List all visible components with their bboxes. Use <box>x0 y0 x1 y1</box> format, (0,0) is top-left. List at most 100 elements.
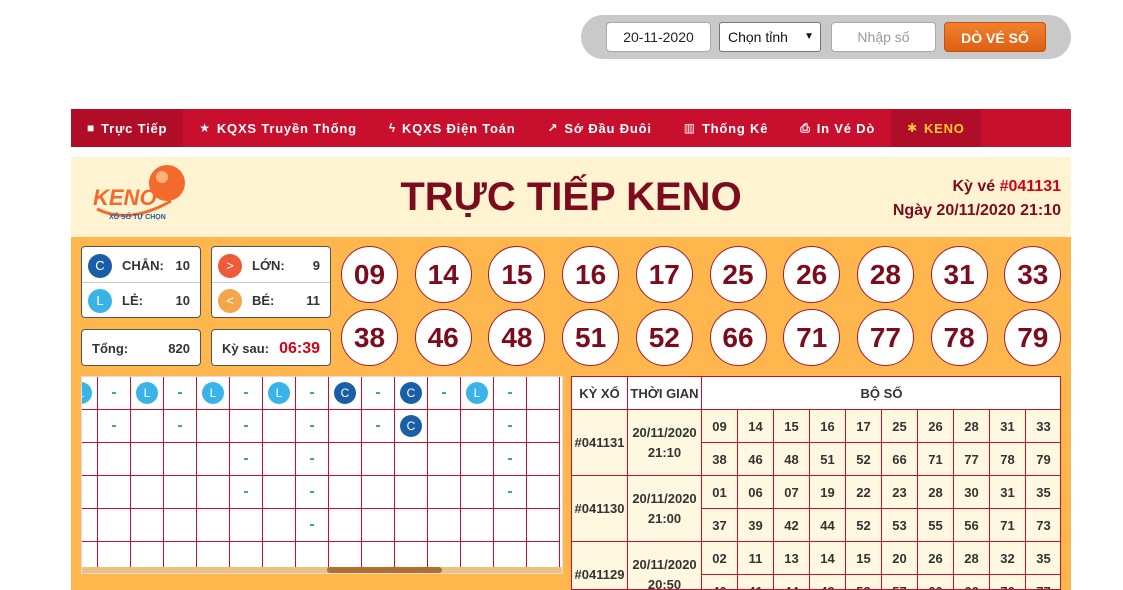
pattern-cell: L <box>461 377 494 410</box>
result-number-cell: 44 <box>774 575 810 589</box>
winning-number-ball: 46 <box>414 309 472 366</box>
result-number-cell: 35 <box>1026 542 1060 575</box>
pattern-cell <box>82 443 98 476</box>
winning-number-ball: 16 <box>562 246 620 303</box>
results-table: KỲ XỔ THỜI GIAN BỘ SỐ #041131 20/11/2020 21:1… <box>571 376 1061 590</box>
draw-code-cell: #041131 <box>572 410 628 476</box>
result-number-cell: 52 <box>846 443 882 476</box>
result-number-cell: 32 <box>990 542 1026 575</box>
draw-code: #041131 <box>999 178 1061 195</box>
result-number-cell: 56 <box>954 509 990 542</box>
pattern-grid[interactable]: --------C------L-C-C-L-L-L-L <box>81 376 563 574</box>
nav-item-5[interactable]: ⎙ In Vé Dò <box>784 109 891 147</box>
bolt-icon: ϟ <box>388 121 397 135</box>
pattern-cell <box>428 509 461 542</box>
nav-item-1[interactable]: ★ KQXS Truyền Thống <box>183 109 373 147</box>
pattern-cell: L <box>197 377 230 410</box>
pattern-cell <box>329 443 362 476</box>
odd-badge: L <box>202 382 224 404</box>
pattern-cell <box>329 476 362 509</box>
winning-number-ball: 52 <box>635 309 693 366</box>
pattern-cell <box>131 476 164 509</box>
pattern-cell <box>98 509 131 542</box>
pattern-cell <box>362 509 395 542</box>
even-badge: C <box>400 382 422 404</box>
pattern-cell: - <box>296 509 329 542</box>
nav-item-3[interactable]: ↗ Sớ Đầu Đuôi <box>532 109 668 147</box>
pattern-cell: C <box>395 410 428 443</box>
result-number-cell: 30 <box>954 476 990 509</box>
pattern-cell: L <box>131 377 164 410</box>
odd-badge: L <box>88 288 112 313</box>
pattern-cell <box>362 443 395 476</box>
result-number-cell: 22 <box>846 476 882 509</box>
result-number-cell: 31 <box>990 410 1026 443</box>
pattern-cell <box>230 509 263 542</box>
pattern-cell <box>131 443 164 476</box>
result-number-cell: 14 <box>738 410 774 443</box>
winning-number-ball: 33 <box>1004 246 1062 303</box>
nav-item-0[interactable]: ■ Trực Tiếp <box>71 109 184 147</box>
scrollbar-thumb[interactable] <box>327 567 442 573</box>
pattern-cell: L <box>263 377 296 410</box>
pattern-cell <box>197 476 230 509</box>
winning-number-ball: 15 <box>488 246 546 303</box>
winning-number-ball: 17 <box>635 246 693 303</box>
draw-date: Ngày 20/11/2020 21:10 <box>892 202 1061 219</box>
pattern-cell <box>395 509 428 542</box>
small-label: BÉ: <box>252 293 275 308</box>
result-number-cell: 60 <box>918 575 954 589</box>
date-input[interactable]: 20-11-2020 <box>606 22 711 52</box>
pattern-cell <box>527 377 560 410</box>
result-number-cell: 01 <box>702 476 738 509</box>
province-select[interactable]: Chọn tỉnh ▼ <box>719 22 821 52</box>
result-number-cell: 31 <box>990 476 1026 509</box>
result-number-cell: 38 <box>702 443 738 476</box>
line-chart-icon: ↗ <box>547 121 559 135</box>
winning-number-ball: 78 <box>930 309 988 366</box>
pattern-cell <box>428 476 461 509</box>
result-number-cell: 53 <box>846 575 882 589</box>
winning-number-ball: 79 <box>1004 309 1062 366</box>
gear-icon: ✱ <box>907 121 918 135</box>
check-ticket-button[interactable]: DÒ VÉ SỐ <box>944 22 1046 52</box>
pattern-cell <box>263 443 296 476</box>
video-camera-icon: ■ <box>87 121 96 135</box>
pattern-cell <box>197 410 230 443</box>
total-label: Tổng: <box>92 341 129 356</box>
pattern-cell: - <box>296 377 329 410</box>
result-number-cell: 15 <box>846 542 882 575</box>
page-header: KENO XỔ SỐ TỰ CHỌN TRỰC TIẾP KENO Kỳ vé … <box>71 157 1071 237</box>
ticket-number-input[interactable]: Nhập số <box>831 22 936 52</box>
even-count: 10 <box>175 258 190 273</box>
result-number-cell: 13 <box>774 542 810 575</box>
draw-info: Kỳ vé #041131 Ngày 20/11/2020 21:10 <box>893 175 1061 223</box>
big-small-box: > LỚN: 9 < BÉ: 11 <box>211 246 331 318</box>
even-odd-box: C CHẴN: 10 L LẺ: 10 <box>81 246 201 318</box>
result-number-cell: 40 <box>702 575 738 589</box>
odd-badge: L <box>268 382 290 404</box>
result-number-cell: 73 <box>1026 509 1060 542</box>
big-count: 9 <box>312 258 320 273</box>
pattern-cell: - <box>230 476 263 509</box>
nav-item-4[interactable]: ▥ Thống Kê <box>668 109 784 147</box>
nav-item-2[interactable]: ϟ KQXS Điện Toán <box>373 109 532 147</box>
pattern-cell <box>82 476 98 509</box>
next-draw-countdown: 06:39 <box>279 339 320 357</box>
pattern-cell <box>527 476 560 509</box>
winning-number-ball: 25 <box>709 246 767 303</box>
result-number-cell: 16 <box>810 410 846 443</box>
draw-time: 21:10 <box>647 444 682 460</box>
horizontal-scrollbar[interactable] <box>82 567 562 573</box>
draw-date: 20/11/2020 <box>632 556 697 572</box>
total-box: Tổng: 820 <box>81 329 201 366</box>
result-number-cell: 15 <box>774 410 810 443</box>
main-navbar: ■ Trực Tiếp ★ KQXS Truyền Thống ϟ KQXS Điện T… <box>71 109 1071 147</box>
pattern-cell <box>461 509 494 542</box>
result-number-cell: 23 <box>882 476 918 509</box>
pattern-cell: C <box>395 377 428 410</box>
even-badge: C <box>400 415 422 437</box>
result-number-cell: 77 <box>954 443 990 476</box>
nav-item-6[interactable]: ✱ KENO <box>891 109 981 147</box>
draw-time-cell: 20/11/2020 20:50 <box>628 542 702 589</box>
